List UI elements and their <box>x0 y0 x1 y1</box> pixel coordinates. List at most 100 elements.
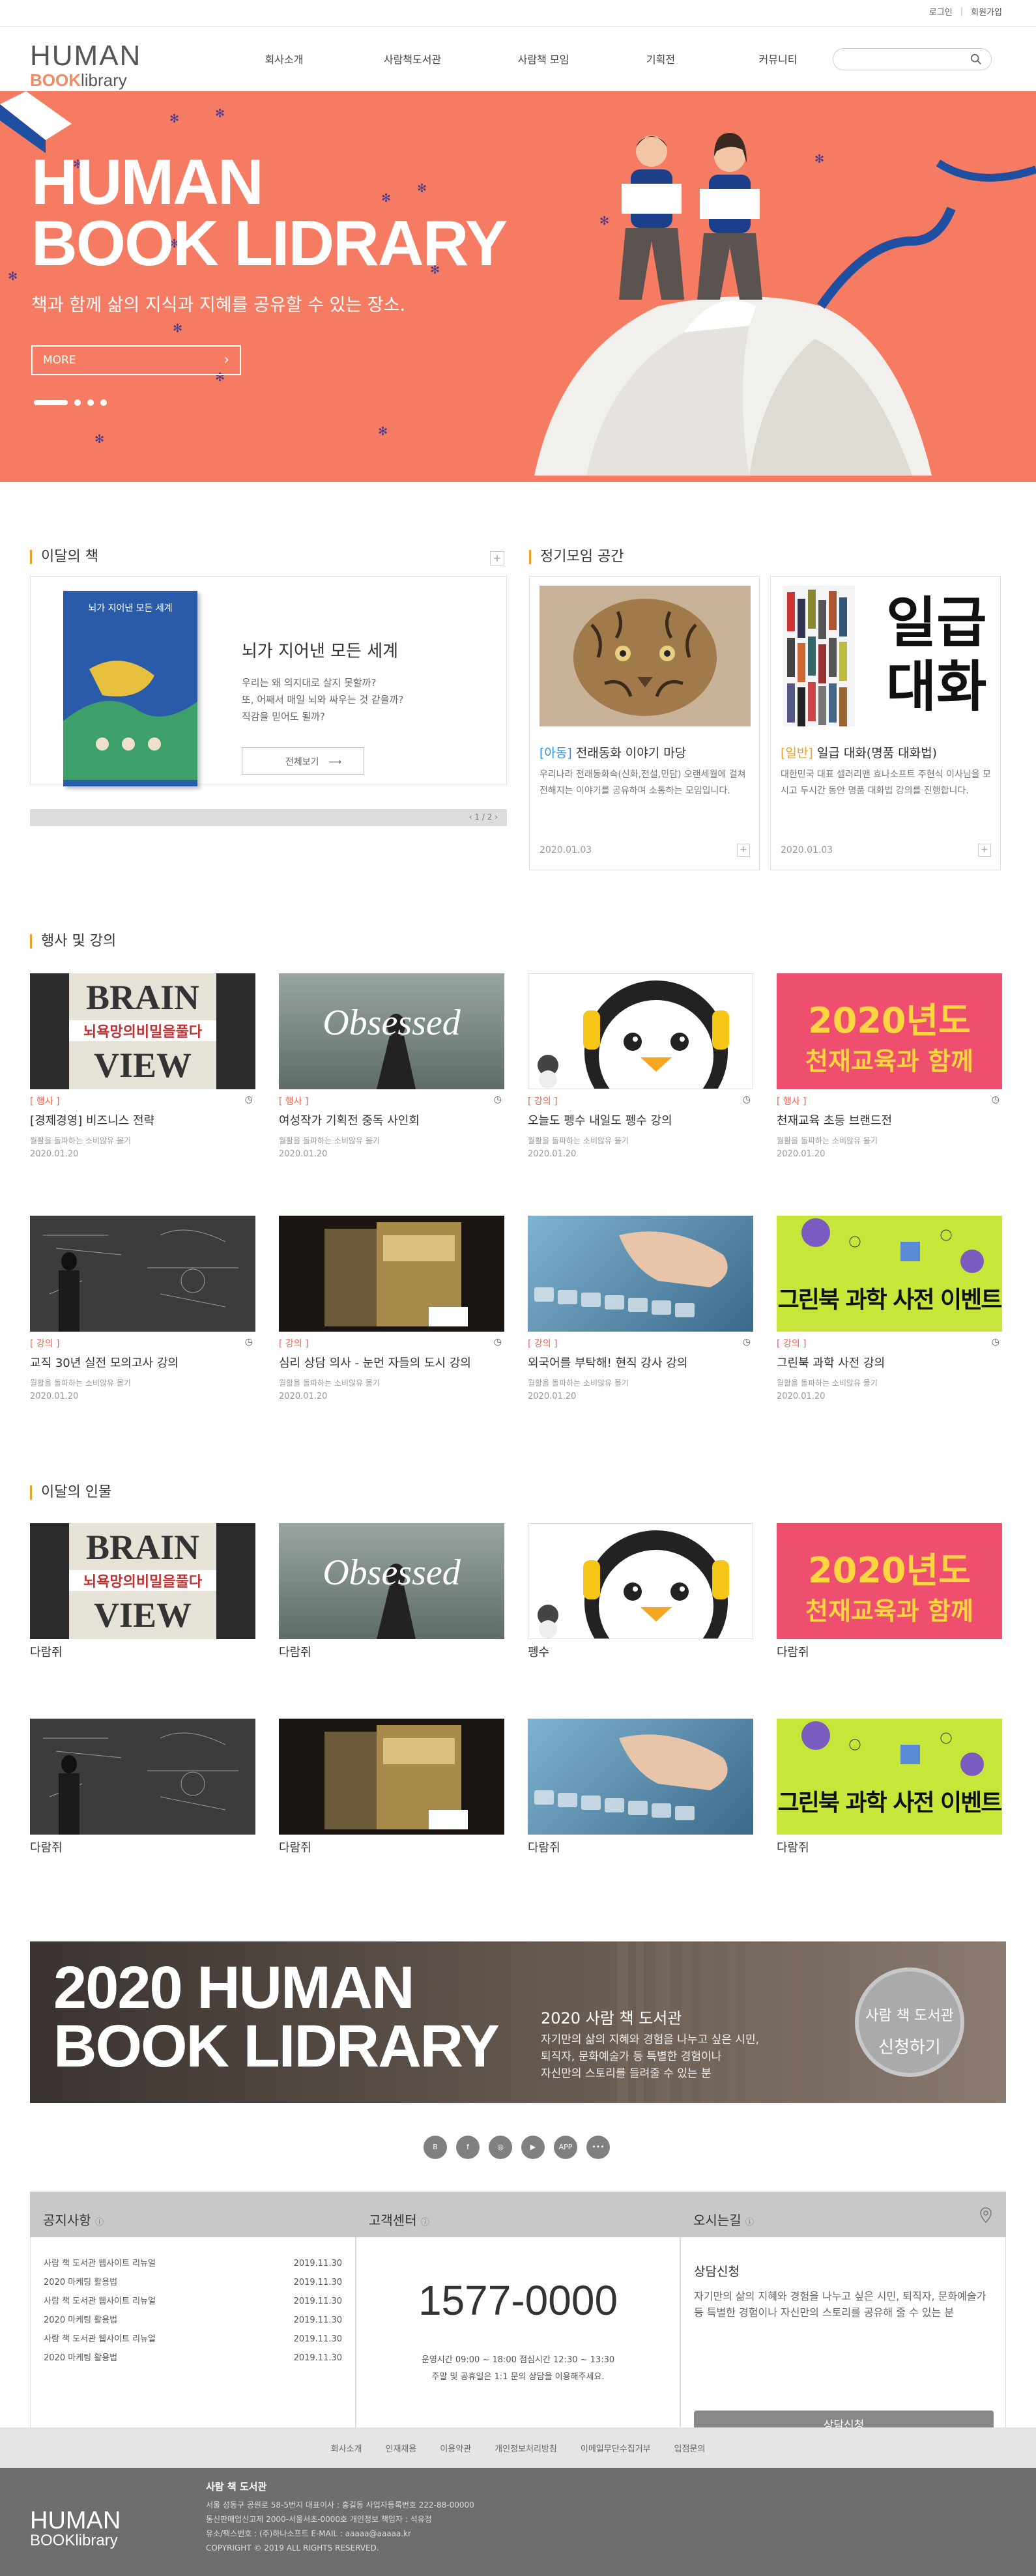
footer-logo[interactable]: HUMAN BOOKlibrary <box>30 2508 121 2549</box>
meeting-card[interactable]: 일급 대화 [일반] 일급 대화(명품 대화법) 대한민국 대표 셀러리맨 효나소… <box>770 576 1001 870</box>
event-image[interactable]: 2020년도 천재교육과 함께 <box>777 973 1002 1089</box>
pagination-active[interactable] <box>34 400 68 405</box>
notice-item[interactable]: 사람 책 도서관 웹사이트 리뉴얼 2019.11.30 <box>44 2330 342 2349</box>
person-card[interactable]: 다람쥐 <box>30 1719 255 1855</box>
person-image[interactable] <box>279 1719 504 1835</box>
chevron-left-icon[interactable]: ‹ <box>469 812 472 822</box>
person-card[interactable]: 다람쥐 <box>528 1719 753 1855</box>
signup-link[interactable]: 회원가입 <box>971 5 1002 18</box>
event-image[interactable]: Obsessed <box>279 973 504 1089</box>
person-name[interactable]: 다람쥐 <box>528 1839 753 1855</box>
nav-item-library[interactable]: 사람책도서관 <box>340 51 485 66</box>
search-icon[interactable] <box>970 53 982 65</box>
footer-link-email[interactable]: 이메일무단수집거부 <box>581 2442 651 2454</box>
pagination-dot[interactable] <box>100 399 107 406</box>
notice-item[interactable]: 2020 마케팅 활용법 2019.11.30 <box>44 2349 342 2368</box>
event-card[interactable]: [ 강의 ] ◷ 외국어를 부탁해! 현직 강사 강의 월활을 돌파하는 소비않유… <box>528 1216 753 1401</box>
person-name[interactable]: 다람쥐 <box>777 1839 1002 1855</box>
talk-icon[interactable]: ••• <box>586 2136 610 2159</box>
meeting-more-button[interactable]: + <box>978 844 991 857</box>
notice-item[interactable]: 사람 책 도서관 웹사이트 리뉴얼 2019.11.30 <box>44 2292 342 2311</box>
person-card[interactable]: 다람쥐 <box>279 1719 504 1855</box>
cs-phone[interactable]: 1577-0000 <box>356 2276 680 2325</box>
event-image[interactable] <box>528 1216 753 1332</box>
event-title[interactable]: 외국어를 부탁해! 현직 강사 강의 <box>528 1354 753 1371</box>
person-image[interactable]: 그린북 과학 사전 이벤트 <box>777 1719 1002 1835</box>
person-name[interactable]: 다람쥐 <box>279 1643 504 1660</box>
blog-icon[interactable]: B <box>424 2136 447 2159</box>
more-button[interactable]: MORE › <box>31 345 241 375</box>
info-icon[interactable]: ⓘ <box>421 2218 429 2227</box>
pagination-dot[interactable] <box>87 399 94 406</box>
person-card[interactable]: 그린북 과학 사전 이벤트 다람쥐 <box>777 1719 1002 1855</box>
info-icon[interactable]: ⓘ <box>745 2218 754 2227</box>
footer-link-terms[interactable]: 이용약관 <box>440 2442 471 2454</box>
notice-item[interactable]: 2020 마케팅 활용법 2019.11.30 <box>44 2273 342 2292</box>
event-title[interactable]: 심리 상담 의사 - 눈먼 자들의 도시 강의 <box>279 1354 504 1371</box>
youtube-icon[interactable]: ▶ <box>521 2136 545 2159</box>
nav-item-exhibition[interactable]: 기획전 <box>602 51 719 66</box>
event-image[interactable]: BRAIN 뇌욕망의비밀을풀다 VIEW <box>30 973 255 1089</box>
pagination-dot[interactable] <box>74 399 81 406</box>
nav-item-meeting[interactable]: 사람책 모임 <box>485 51 602 66</box>
event-card[interactable]: [ 강의 ] ◷ 교직 30년 실전 모의고사 강의 월활을 돌파하는 소비않유 … <box>30 1216 255 1401</box>
footer-link-privacy[interactable]: 개인정보처리방침 <box>495 2442 557 2454</box>
facebook-icon[interactable]: f <box>456 2136 480 2159</box>
event-title[interactable]: 교직 30년 실전 모의고사 강의 <box>30 1354 255 1371</box>
notice-item[interactable]: 사람 책 도서관 웹사이트 리뉴얼 2019.11.30 <box>44 2254 342 2273</box>
nav-item-community[interactable]: 커뮤니티 <box>719 51 837 66</box>
apply-button[interactable]: 사람 책 도서관 신청하기 <box>855 1968 964 2077</box>
event-image[interactable] <box>279 1216 504 1332</box>
person-card[interactable]: 펭수 <box>528 1523 753 1660</box>
footer-link-recruit[interactable]: 인재채용 <box>385 2442 416 2454</box>
person-card[interactable]: 2020년도 천재교육과 함께 다람쥐 <box>777 1523 1002 1660</box>
event-tag: [ 행사 ] <box>279 1096 309 1107</box>
event-title[interactable]: 천재교육 초등 브랜드전 <box>777 1111 1002 1128</box>
event-card[interactable]: [ 강의 ] ◷ 심리 상담 의사 - 눈먼 자들의 도시 강의 월활을 돌파하는… <box>279 1216 504 1401</box>
book-more-button[interactable]: + <box>490 551 504 565</box>
person-name[interactable]: 다람쥐 <box>30 1643 255 1660</box>
person-image[interactable]: Obsessed <box>279 1523 504 1639</box>
event-card[interactable]: BRAIN 뇌욕망의비밀을풀다 VIEW [ 행사 ] ◷ [경제경영] 비즈니스… <box>30 973 255 1159</box>
event-image[interactable] <box>30 1216 255 1332</box>
event-card[interactable]: 그린북 과학 사전 이벤트 [ 강의 ] ◷ 그린북 과학 사전 강의 월활을 돌… <box>777 1216 1002 1401</box>
footer-link-partner[interactable]: 입점문의 <box>674 2442 706 2454</box>
meeting-more-button[interactable]: + <box>737 844 750 857</box>
person-image[interactable] <box>528 1523 753 1639</box>
event-card[interactable]: [ 강의 ] ◷ 오늘도 펭수 내일도 펭수 강의 월활을 돌파하는 소비않유 몰… <box>528 973 753 1159</box>
person-name[interactable]: 다람쥐 <box>777 1643 1002 1660</box>
person-card[interactable]: Obsessed 다람쥐 <box>279 1523 504 1660</box>
event-title[interactable]: 그린북 과학 사전 강의 <box>777 1354 1002 1371</box>
event-image[interactable] <box>528 973 753 1089</box>
event-image[interactable]: 그린북 과학 사전 이벤트 <box>777 1216 1002 1332</box>
person-image[interactable]: BRAIN 뇌욕망의비밀을풀다 VIEW <box>30 1523 255 1639</box>
person-name[interactable]: 다람쥐 <box>30 1839 255 1855</box>
site-logo[interactable]: HUMAN BOOKlibrary <box>30 42 141 89</box>
meeting-card[interactable]: [아동] 전래동화 이야기 마당 우리나라 전래동화속(신화,전설,민담) 오랜… <box>529 576 760 870</box>
footer-logo-line2: BOOKlibrary <box>30 2532 118 2549</box>
map-pin-icon[interactable] <box>980 2207 992 2223</box>
event-title[interactable]: 여성작가 기획전 중독 사인회 <box>279 1111 504 1128</box>
event-title[interactable]: 오늘도 펭수 내일도 펭수 강의 <box>528 1111 753 1128</box>
event-card[interactable]: Obsessed [ 행사 ] ◷ 여성작가 기획전 중독 사인회 월활을 돌파하… <box>279 973 504 1159</box>
notice-item[interactable]: 2020 마케팅 활용법 2019.11.30 <box>44 2311 342 2330</box>
event-title[interactable]: [경제경영] 비즈니스 전략 <box>30 1111 255 1128</box>
event-card[interactable]: 2020년도 천재교육과 함께 [ 행사 ] ◷ 천재교육 초등 브랜드전 월활을… <box>777 973 1002 1159</box>
book-view-all-button[interactable]: 전체보기 ⟶ <box>242 747 364 775</box>
person-image[interactable]: 2020년도 천재교육과 함께 <box>777 1523 1002 1639</box>
login-link[interactable]: 로그인 <box>929 5 953 18</box>
person-name[interactable]: 다람쥐 <box>279 1839 504 1855</box>
person-card[interactable]: BRAIN 뇌욕망의비밀을풀다 VIEW 다람쥐 <box>30 1523 255 1660</box>
chevron-right-icon[interactable]: › <box>495 812 498 822</box>
person-name[interactable]: 펭수 <box>528 1643 753 1660</box>
meeting-description: 우리나라 전래동화속(신화,전설,민담) 오랜세월에 걸쳐 전해지는 이야기를 … <box>540 769 746 796</box>
instagram-icon[interactable]: ◎ <box>489 2136 512 2159</box>
nav-item-company[interactable]: 회사소개 <box>228 51 340 66</box>
book-cover[interactable]: 뇌가 지어낸 모든 세계 <box>63 591 197 786</box>
info-icon[interactable]: ⓘ <box>95 2218 104 2227</box>
search-box[interactable] <box>833 48 992 70</box>
footer-link-company[interactable]: 회사소개 <box>331 2442 362 2454</box>
person-image[interactable] <box>30 1719 255 1835</box>
app-icon[interactable]: APP <box>554 2136 577 2159</box>
person-image[interactable] <box>528 1719 753 1835</box>
